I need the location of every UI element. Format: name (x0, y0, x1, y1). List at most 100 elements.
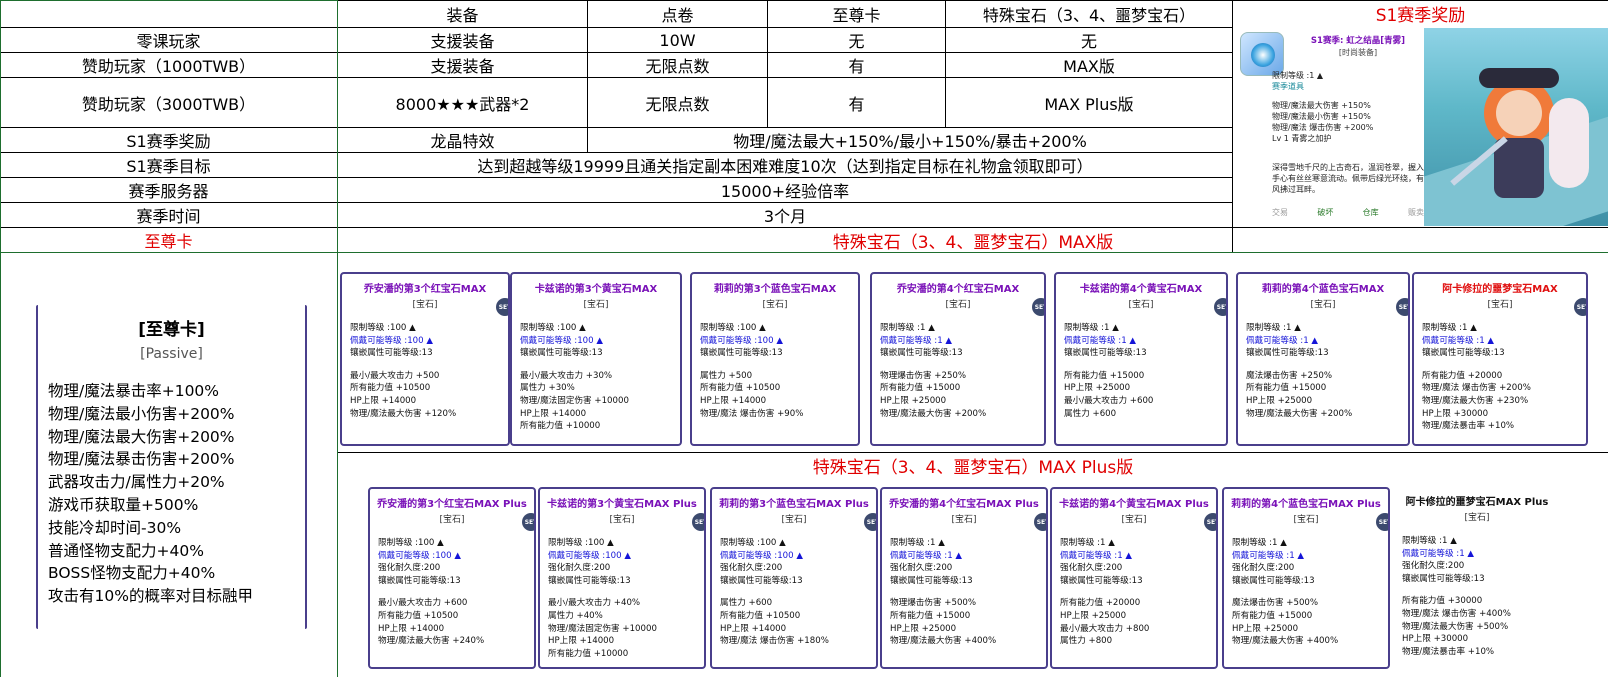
gem-name: 卡兹诺的第3个黄宝石MAX (534, 284, 658, 295)
destroy-action[interactable]: 破坏 (1317, 207, 1333, 218)
row-label: 赞助玩家（1000TWB） (81, 57, 256, 76)
gem-requirement: 强化耐久度:200 (890, 563, 953, 574)
storage-action[interactable]: 仓库 (1363, 207, 1379, 218)
plus-section-title: 特殊宝石（3、4、噩梦宝石）MAX Plus版 (812, 457, 1134, 478)
effect-line: 物理/魔法暴击率+100% (48, 382, 220, 400)
gem-stat: 属性力 +600 (1064, 408, 1117, 419)
gem-stat: 魔法爆击伤害 +500% (1232, 598, 1319, 609)
gem-requirement: 限制等级 :1 ▲ (1064, 323, 1119, 333)
gem-card: 卡兹诺的第4个黄宝石MAX [宝石] 限制等级 :1 ▲ 佩戴可能等级 :1 ▲ 镶嵌属… (1054, 272, 1228, 446)
gem-requirement: 镶嵌属性可能等级:13 (1246, 348, 1329, 359)
gem-requirement: 佩戴可能等级 :100 ▲ (350, 335, 433, 346)
gem-requirement: 限制等级 :1 ▲ (1232, 538, 1287, 548)
gem-stat: 物理/魔法固定伤害 +10000 (548, 623, 657, 634)
gem-requirement: 佩戴可能等级 :1 ▲ (1064, 335, 1136, 346)
gem-type: [宝石] (1128, 300, 1154, 310)
gem-requirement: 佩戴可能等级 :100 ▲ (520, 335, 603, 346)
gem-stat: 最小/最大攻击力 +600 (1064, 395, 1154, 406)
gem-requirement: 强化耐久度:200 (548, 563, 611, 574)
gem-stat: 所有能力值 +10500 (720, 610, 801, 621)
gem-stat: 物理/魔法最大伤害 +200% (1246, 408, 1353, 419)
trade-action[interactable]: 交易 (1272, 207, 1288, 218)
gem-stat: 所有能力值 +30000 (1402, 596, 1483, 607)
table-cell: 支援装备 (430, 57, 495, 76)
gem-type: [宝石] (609, 515, 635, 525)
character-illustration (1424, 28, 1608, 226)
gem-card: 乔安潘的第4个红宝石MAX Plus [宝石] 限制等级 :1 ▲ 佩戴可能等级 :1… (880, 487, 1048, 669)
gem-requirement: 镶嵌属性可能等级:13 (720, 575, 803, 586)
gem-requirement: 限制等级 :1 ▲ (890, 538, 945, 548)
effect-line: BOSS怪物支配力+40% (48, 564, 216, 583)
header-equipment: 装备 (446, 5, 479, 25)
item-line: Lv 1 青雾之加护 (1272, 134, 1332, 143)
item-actions: 交易 破坏 仓库 贩卖 (1272, 207, 1424, 218)
sell-action[interactable]: 贩卖 (1408, 207, 1424, 218)
gem-card: 乔安潘的第4个红宝石MAX [宝石] 限制等级 :1 ▲ 佩戴可能等级 :1 ▲ 镶嵌属… (870, 272, 1046, 446)
gem-card: 卡兹诺的第3个黄宝石MAX Plus [宝石] 限制等级 :100 ▲ 佩戴可能等级 … (538, 487, 706, 669)
item-line: 物理/魔法最大伤害 +150% (1272, 101, 1371, 110)
gem-stat: 所有能力值 +15000 (880, 383, 961, 394)
gem-stat: 物理/魔法暴击率 +10% (1422, 421, 1515, 432)
gem-type: [宝石] (439, 515, 465, 525)
gem-requirement: 限制等级 :100 ▲ (700, 323, 766, 333)
gem-requirement: 强化耐久度:200 (1402, 561, 1465, 572)
gem-requirement: 限制等级 :1 ▲ (1422, 323, 1477, 333)
gem-requirement: 镶嵌属性可能等级:13 (350, 348, 433, 359)
gem-stat: 所有能力值 +10000 (520, 421, 601, 432)
gem-stat: 所有能力值 +10500 (350, 383, 431, 394)
gem-requirement: 限制等级 :1 ▲ (880, 323, 935, 333)
supreme-card-subtitle: [Passive] (140, 346, 203, 362)
gem-requirement: 镶嵌属性可能等级:13 (1402, 573, 1485, 584)
effect-line: 物理/魔法最小伤害+200% (48, 404, 235, 423)
gem-requirement: 强化耐久度:200 (1060, 563, 1123, 574)
gem-stat: 属性力 +800 (1060, 636, 1113, 647)
gem-name: 卡兹诺的第3个黄宝石MAX Plus (547, 499, 697, 510)
gem-card: 阿卡修拉的噩梦宝石MAX [宝石] 限制等级 :1 ▲ 佩戴可能等级 :1 ▲ 镶嵌属性… (1412, 272, 1588, 446)
gem-type: [宝石] (583, 300, 609, 310)
gem-stat: HP上限 +14000 (378, 623, 445, 634)
set-badge-icon: SET (1034, 513, 1046, 531)
gem-stat: 所有能力值 +15000 (1246, 383, 1327, 394)
row-label: S1赛季奖励 (126, 132, 211, 151)
set-badge-icon: SET (864, 513, 876, 531)
table-cell: 15000+经验倍率 (720, 182, 850, 201)
gem-name: 乔安潘的第4个红宝石MAX (896, 284, 1020, 295)
gem-requirement: 限制等级 :1 ▲ (1402, 536, 1457, 546)
supreme-card-title: [至尊卡] (138, 320, 205, 340)
gem-requirement: 佩戴可能等级 :1 ▲ (1232, 550, 1304, 561)
gem-stat: HP上限 +25000 (1246, 395, 1313, 406)
gem-requirement: 佩戴可能等级 :100 ▲ (720, 550, 803, 561)
gem-requirement: 限制等级 :100 ▲ (520, 323, 586, 333)
gem-stat: 所有能力值 +10500 (378, 610, 459, 621)
gem-stat: HP上限 +14000 (548, 636, 615, 647)
item-name: S1赛季: 虹之结晶[青雾] (1310, 36, 1406, 46)
gem-type: [宝石] (1464, 513, 1490, 523)
gem-requirement: 镶嵌属性可能等级:13 (1422, 348, 1505, 359)
gem-stat: 所有能力值 +20000 (1422, 370, 1503, 381)
gem-requirement: 限制等级 :100 ▲ (548, 538, 614, 548)
effect-line: 物理/魔法暴击伤害+200% (48, 450, 235, 469)
item-line: 物理/魔法最小伤害 +150% (1272, 112, 1371, 121)
table-cell: 达到超越等级19999且通关指定副本困难难度10次（达到指定目标在礼物盒领取即可… (477, 157, 1093, 176)
gem-card: 卡兹诺的第4个黄宝石MAX Plus [宝石] 限制等级 :1 ▲ 佩戴可能等级 :1… (1050, 487, 1218, 669)
effect-line: 游戏币获取量+500% (48, 495, 199, 514)
set-badge-icon: SET (1574, 298, 1586, 316)
item-type: [时尚装备] (1338, 48, 1378, 57)
gem-stat: 物理/魔法最大伤害 +500% (1402, 621, 1509, 632)
gem-name: 莉莉的第3个蓝色宝石MAX Plus (719, 499, 869, 510)
gem-requirement: 佩戴可能等级 :1 ▲ (1246, 335, 1318, 346)
effect-line: 技能冷却时间-30% (48, 518, 182, 537)
gem-stat: 属性力 +500 (700, 370, 753, 381)
gem-stat: 最小/最大攻击力 +500 (350, 370, 440, 381)
table-cell: 10W (659, 30, 696, 50)
gem-stat: 物理/魔法固定伤害 +10000 (520, 395, 629, 406)
gem-requirement: 佩戴可能等级 :100 ▲ (378, 550, 461, 561)
gem-requirement: 限制等级 :1 ▲ (1060, 538, 1115, 548)
gem-stat: 物理爆击伤害 +250% (880, 370, 967, 381)
item-line: 物理/魔法 爆击伤害 +200% (1272, 123, 1374, 132)
table-cell: 3个月 (763, 207, 807, 226)
set-badge-icon: SET (1204, 513, 1216, 531)
gem-requirement: 强化耐久度:200 (1232, 563, 1295, 574)
effect-line: 武器攻击力/属性力+20% (48, 473, 225, 492)
gem-stat: HP上限 +14000 (720, 623, 787, 634)
